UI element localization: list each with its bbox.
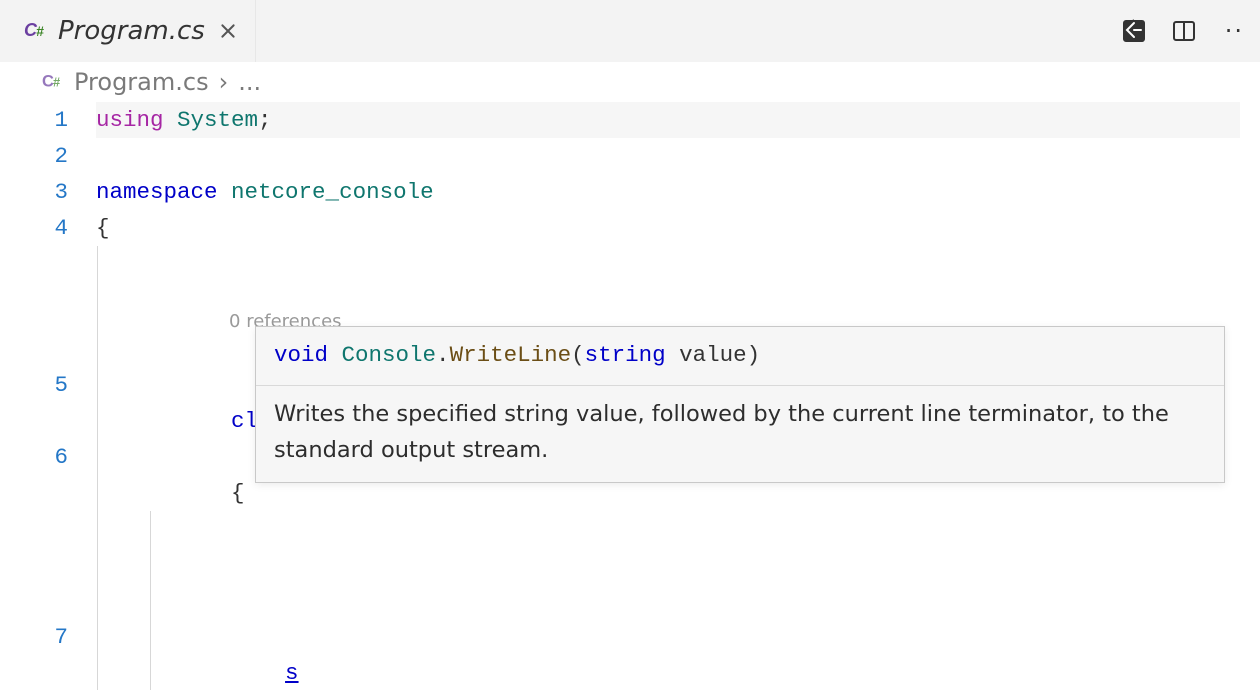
csharp-icon (42, 71, 64, 93)
close-icon[interactable] (215, 18, 241, 44)
hover-tooltip: void Console.WriteLine(string value) Wri… (255, 326, 1225, 483)
line-number: 4 (0, 210, 96, 246)
tab-filename: Program.cs (58, 16, 205, 46)
code-line[interactable]: s (96, 619, 1260, 690)
chevron-right-icon: › (219, 68, 229, 96)
tabs-row: Program.cs ·· (0, 0, 1260, 62)
open-changes-icon[interactable] (1119, 16, 1149, 46)
breadcrumb-tail: ... (238, 68, 261, 96)
csharp-icon (24, 19, 48, 43)
code-line[interactable] (96, 138, 1260, 174)
breadcrumb[interactable]: Program.cs › ... (0, 62, 1260, 102)
editor-actions: ·· (1101, 0, 1260, 62)
more-actions-icon[interactable]: ·· (1219, 17, 1244, 45)
line-number: 1 (0, 102, 96, 138)
code-line[interactable]: using System; (96, 102, 1240, 138)
line-number: 6 (0, 439, 96, 475)
code-editor[interactable]: 1 using System; 2 3 namespace netcore_co… (0, 102, 1260, 690)
tabs-empty-area[interactable] (256, 0, 1101, 62)
code-line[interactable]: { (96, 210, 1260, 246)
line-number: 5 (0, 367, 96, 403)
line-number: 3 (0, 174, 96, 210)
line-number: 7 (0, 619, 96, 655)
split-editor-icon[interactable] (1169, 16, 1199, 46)
hover-signature: void Console.WriteLine(string value) (256, 327, 1224, 386)
tab-program-cs[interactable]: Program.cs (0, 0, 256, 62)
breadcrumb-filename: Program.cs (74, 68, 209, 96)
code-line[interactable]: namespace netcore_console (96, 174, 1260, 210)
hover-description: Writes the specified string value, follo… (256, 386, 1224, 482)
line-number: 2 (0, 138, 96, 174)
